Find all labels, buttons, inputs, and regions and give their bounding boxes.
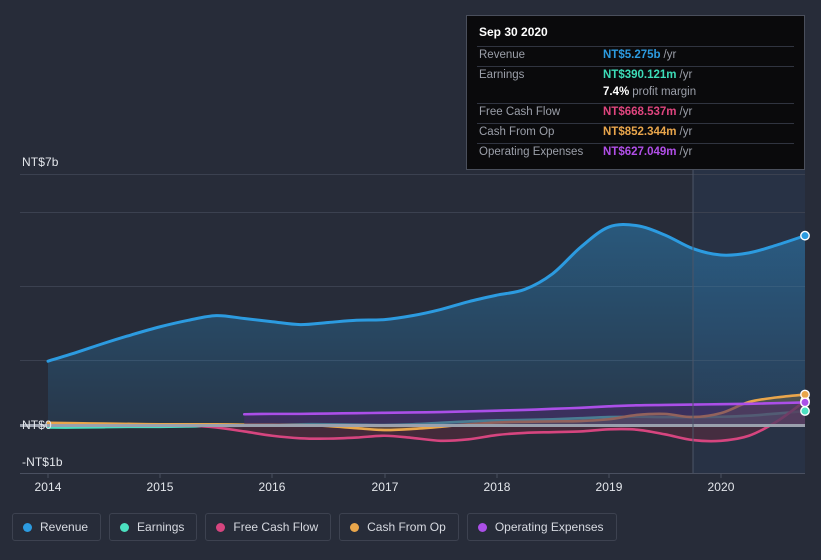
tooltip-row-unit: /yr bbox=[679, 126, 693, 138]
legend-item-label: Earnings bbox=[137, 520, 185, 534]
legend-item-label: Operating Expenses bbox=[494, 520, 604, 534]
tooltip-row-unit: /yr bbox=[679, 146, 693, 158]
tooltip-row-value-wrap: NT$627.049m/yr bbox=[603, 146, 692, 158]
legend-item-operating-expenses[interactable]: Operating Expenses bbox=[466, 513, 617, 541]
x-axis-tick-label: 2017 bbox=[371, 480, 399, 494]
tooltip-row-value: NT$668.537m bbox=[603, 106, 677, 118]
tooltip-row-unit: profit margin bbox=[632, 86, 697, 98]
tooltip-row-label: Revenue bbox=[479, 49, 526, 61]
tooltip-row-value: NT$390.121m bbox=[603, 69, 677, 81]
endpoint-marker-revenue[interactable] bbox=[800, 230, 810, 241]
endpoint-marker-operating-expenses[interactable] bbox=[800, 397, 810, 408]
data-tooltip: Sep 30 2020 Revenue NT$5.275b/yr Earnings N… bbox=[466, 15, 805, 170]
x-axis-tick-label: 2014 bbox=[34, 480, 62, 494]
x-axis-tick-label: 2018 bbox=[483, 480, 511, 494]
tooltip-row-unit: /yr bbox=[679, 69, 693, 81]
tooltip-row: Revenue NT$5.275b/yr bbox=[477, 46, 794, 66]
legend-item-label: Cash From Op bbox=[367, 520, 446, 534]
legend-item-cash-from-op[interactable]: Cash From Op bbox=[339, 513, 459, 541]
legend-item-earnings[interactable]: Earnings bbox=[109, 513, 198, 541]
tooltip-row: 7.4% profit margin bbox=[477, 86, 794, 103]
legend-color-dot-icon bbox=[120, 522, 130, 532]
tooltip-rows: Revenue NT$5.275b/yr Earnings NT$390.121m/y… bbox=[477, 46, 794, 163]
y-axis-tick-label: -NT$1b bbox=[22, 455, 63, 469]
tooltip-row-label: Cash From Op bbox=[479, 126, 555, 138]
x-axis-tick-label: 2020 bbox=[707, 480, 735, 494]
tooltip-row-value: NT$5.275b bbox=[603, 49, 661, 61]
endpoint-marker-cash-from-op[interactable] bbox=[800, 389, 810, 400]
tooltip-row-value-wrap: NT$5.275b/yr bbox=[603, 49, 676, 61]
y-axis-tick-label: NT$7b bbox=[22, 155, 59, 169]
tooltip-row-unit: /yr bbox=[663, 49, 677, 61]
chart-legend[interactable]: Revenue Earnings Free Cash Flow Cash From O… bbox=[12, 513, 617, 541]
tooltip-row-value: NT$627.049m bbox=[603, 146, 677, 158]
tooltip-row-value-wrap: 7.4% profit margin bbox=[603, 86, 696, 98]
x-axis-tick-label: 2016 bbox=[258, 480, 286, 494]
legend-item-label: Free Cash Flow bbox=[233, 520, 319, 534]
tooltip-row: Earnings NT$390.121m/yr bbox=[477, 66, 794, 86]
tooltip-row: Free Cash Flow NT$668.537m/yr bbox=[477, 103, 794, 123]
legend-color-dot-icon bbox=[23, 522, 32, 532]
tooltip-date: Sep 30 2020 bbox=[479, 25, 548, 39]
legend-color-dot-icon bbox=[350, 522, 360, 532]
tooltip-row-value: 7.4% bbox=[603, 86, 630, 98]
legend-item-free-cash-flow[interactable]: Free Cash Flow bbox=[205, 513, 332, 541]
tooltip-row-unit: /yr bbox=[679, 106, 693, 118]
tooltip-row-label: Operating Expenses bbox=[479, 146, 584, 158]
tooltip-row: Operating Expenses NT$627.049m/yr bbox=[477, 143, 794, 163]
x-axis-tick-label: 2015 bbox=[146, 480, 174, 494]
tooltip-row-value-wrap: NT$390.121m/yr bbox=[603, 69, 692, 81]
tooltip-row-value: NT$852.344m bbox=[603, 126, 677, 138]
series-area-revenue bbox=[48, 224, 805, 425]
tooltip-row: Cash From Op NT$852.344m/yr bbox=[477, 123, 794, 143]
legend-item-label: Revenue bbox=[40, 520, 89, 534]
tooltip-row-label: Free Cash Flow bbox=[479, 106, 561, 118]
legend-color-dot-icon bbox=[477, 522, 487, 532]
financial-chart: NT$7b NT$0 -NT$1b 2014 2015 2016 2017 2018 2019… bbox=[0, 0, 821, 560]
tooltip-row-value-wrap: NT$852.344m/yr bbox=[603, 126, 692, 138]
endpoint-marker-earnings[interactable] bbox=[800, 406, 810, 416]
tooltip-row-value-wrap: NT$668.537m/yr bbox=[603, 106, 692, 118]
y-axis-tick-label: NT$0 bbox=[22, 418, 52, 432]
legend-color-dot-icon bbox=[216, 522, 226, 532]
legend-item-revenue[interactable]: Revenue bbox=[12, 513, 102, 541]
tooltip-row-label: Earnings bbox=[479, 69, 525, 81]
x-axis-tick-label: 2019 bbox=[595, 480, 623, 494]
